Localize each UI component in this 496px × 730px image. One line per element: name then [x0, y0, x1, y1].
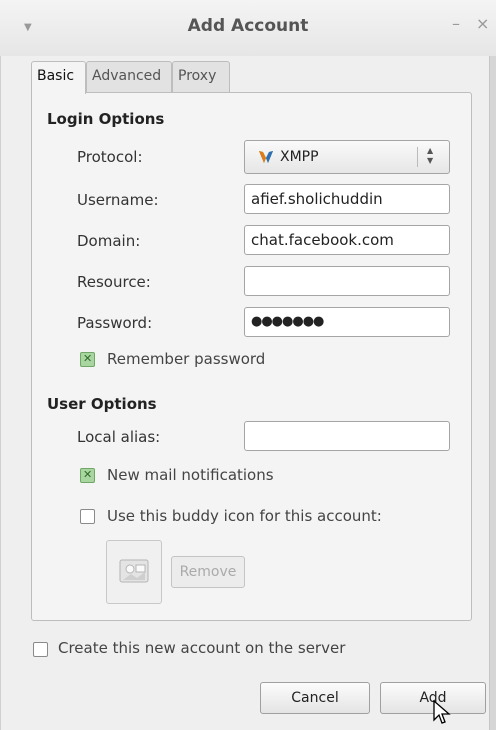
- remove-button[interactable]: Remove: [171, 556, 245, 588]
- close-button[interactable]: ×: [476, 14, 489, 33]
- username-label: Username:: [77, 191, 159, 209]
- local-alias-input[interactable]: [244, 421, 450, 451]
- buddy-icon-label: Use this buddy icon for this account:: [107, 507, 382, 525]
- tab-advanced[interactable]: Advanced: [86, 61, 172, 92]
- xmpp-icon: [259, 151, 273, 163]
- new-mail-label: New mail notifications: [107, 466, 274, 484]
- create-account-label: Create this new account on the server: [58, 639, 346, 657]
- tab-proxy[interactable]: Proxy: [172, 61, 230, 92]
- cancel-button[interactable]: Cancel: [260, 682, 370, 714]
- buddy-icon-button[interactable]: [106, 540, 162, 604]
- tab-basic[interactable]: Basic: [31, 61, 86, 94]
- local-alias-label: Local alias:: [77, 428, 161, 446]
- combo-separator: [417, 147, 418, 167]
- title-bar: ▼ Add Account – ×: [0, 0, 496, 56]
- create-account-checkbox[interactable]: [33, 642, 48, 657]
- username-input[interactable]: [244, 184, 450, 214]
- window-border-right: [489, 56, 496, 730]
- domain-label: Domain:: [77, 232, 141, 250]
- tab-proxy-label: Proxy: [178, 68, 217, 84]
- mouse-pointer-icon: [433, 700, 451, 724]
- minimize-button[interactable]: –: [452, 14, 460, 33]
- new-mail-checkbox[interactable]: [80, 468, 95, 483]
- protocol-value: XMPP: [280, 149, 319, 165]
- up-down-arrows-icon: ▲ ▼: [427, 146, 434, 165]
- password-label: Password:: [77, 314, 153, 332]
- window-title: Add Account: [187, 16, 309, 36]
- image-placeholder-icon: [119, 559, 149, 583]
- login-options-heading: Login Options: [47, 110, 165, 128]
- tab-advanced-label: Advanced: [92, 68, 162, 84]
- remember-password-label: Remember password: [107, 350, 266, 368]
- buddy-icon-checkbox[interactable]: [80, 509, 95, 524]
- protocol-select[interactable]: XMPP ▲ ▼: [244, 140, 450, 174]
- resource-input[interactable]: [244, 266, 450, 296]
- window-border-left: [0, 56, 1, 730]
- user-options-heading: User Options: [47, 395, 157, 413]
- domain-input[interactable]: [244, 225, 450, 255]
- password-input[interactable]: ●●●●●●●: [244, 307, 450, 337]
- protocol-label: Protocol:: [77, 148, 143, 166]
- resource-label: Resource:: [77, 273, 151, 291]
- tab-basic-label: Basic: [37, 68, 75, 84]
- remember-password-checkbox[interactable]: [80, 352, 95, 367]
